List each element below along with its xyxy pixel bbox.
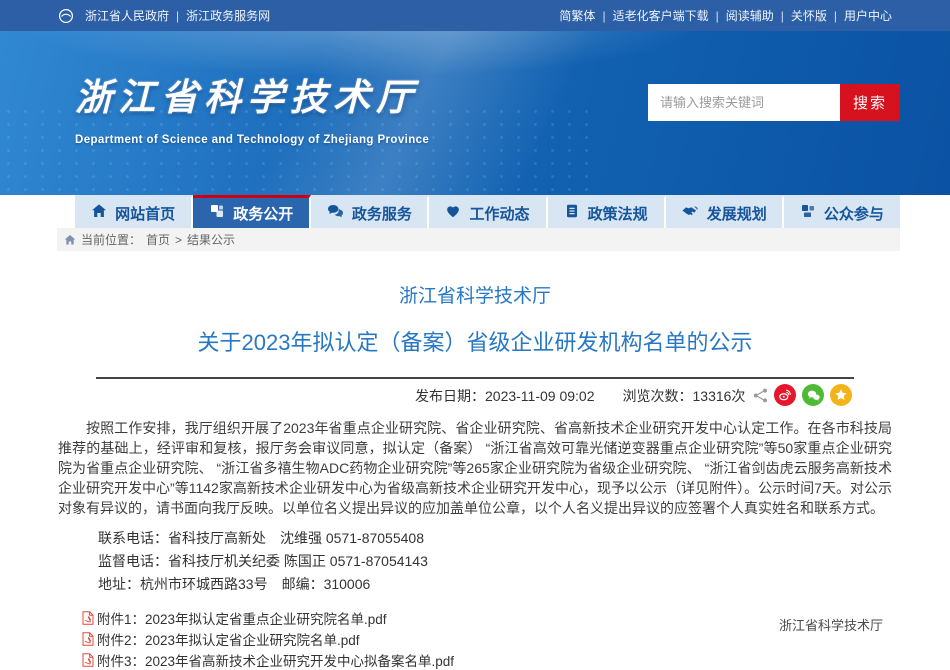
heart-icon: [445, 203, 461, 223]
contact-line: 地址：杭州市环城西路33号 邮编：310006: [98, 573, 892, 596]
attachment-row: 附件3：2023年省高新技术企业研究开发中心拟备案名单.pdf: [82, 649, 892, 670]
attachment-link-3[interactable]: 附件3：2023年省高新技术企业研究开发中心拟备案名单.pdf: [97, 650, 454, 670]
link-zhejiang-gov[interactable]: 浙江省人民政府: [85, 7, 169, 24]
nav-item-label: 政策法规: [588, 203, 648, 224]
participation-icon: [800, 203, 816, 223]
publish-date-value: 2023-11-09 09:02: [485, 388, 595, 404]
home-icon: [91, 203, 107, 223]
divider: |: [716, 9, 719, 23]
site-logo: 浙江省科学技术厅 Department of Science and Techn…: [75, 67, 429, 146]
attachment-row: 附件1：2023年拟认定省重点企业研究院名单.pdf: [82, 607, 892, 628]
view-count-label: 浏览次数：: [623, 388, 693, 404]
breadcrumb-home-link[interactable]: 首页: [146, 231, 170, 248]
star-icon[interactable]: [830, 384, 852, 406]
link-care-version[interactable]: 关怀版: [791, 7, 827, 24]
wechat-icon[interactable]: [802, 384, 824, 406]
weibo-icon[interactable]: [774, 384, 796, 406]
link-zhejiang-service[interactable]: 浙江政务服务网: [186, 7, 270, 24]
link-simplified-traditional[interactable]: 简繁体: [559, 7, 595, 24]
topbar-right-links: 简繁体 | 适老化客户端下载 | 阅读辅助 | 关怀版 | 用户中心: [559, 7, 892, 24]
share-buttons: [753, 384, 852, 406]
breadcrumb-label: 当前位置：: [81, 231, 141, 248]
view-count-value: 13316次: [693, 388, 746, 404]
article-meta-row: 发布日期：2023-11-09 09:02 浏览次数：13316次: [58, 379, 892, 413]
nav-item-public-participation[interactable]: 公众参与: [784, 195, 900, 228]
nav-item-label: 公众参与: [824, 203, 884, 224]
nav-item-label: 发展规划: [707, 203, 767, 224]
site-title-english: Department of Science and Technology of …: [75, 134, 429, 146]
topbar-left-links: 浙江省人民政府 | 浙江政务服务网: [58, 7, 270, 24]
link-elderly-client-download[interactable]: 适老化客户端下载: [613, 7, 709, 24]
attachment-row: 附件2：2023年拟认定省企业研究院名单.pdf: [82, 628, 892, 649]
contact-line: 联系电话：省科技厅高新处 沈维强 0571-87055408: [98, 527, 892, 550]
breadcrumb: 当前位置： 首页 > 结果公示: [57, 228, 900, 251]
nav-item-development-planning[interactable]: 发展规划: [666, 195, 784, 228]
divider: |: [602, 9, 605, 23]
divider: |: [834, 9, 837, 23]
divider: |: [781, 9, 784, 23]
contact-line: 监督电话：省科技厅机关纪委 陈国正 0571-87054143: [98, 550, 892, 573]
link-reading-assist[interactable]: 阅读辅助: [726, 7, 774, 24]
pdf-icon: [82, 653, 94, 667]
open-gov-icon: [209, 203, 225, 223]
search-box: 搜索: [648, 84, 900, 121]
nav-item-government-services[interactable]: 政务服务: [311, 195, 429, 228]
nav-item-label: 网站首页: [115, 203, 175, 224]
article-paragraph: 按照工作安排，我厅组织开展了2023年省重点企业研究院、省企业研究院、省高新技术…: [58, 418, 892, 518]
nav-item-label: 工作动态: [469, 203, 529, 224]
divider: |: [176, 9, 179, 23]
footer-org-name: 浙江省科学技术厅: [779, 615, 883, 634]
attachment-list: 附件1：2023年拟认定省重点企业研究院名单.pdf 附件2：2023年拟认定省…: [82, 607, 892, 670]
link-user-center[interactable]: 用户中心: [844, 7, 892, 24]
top-utility-bar: 浙江省人民政府 | 浙江政务服务网 简繁体 | 适老化客户端下载 | 阅读辅助 …: [0, 0, 950, 31]
nav-item-label: 政务服务: [352, 203, 412, 224]
document-icon: [564, 203, 580, 223]
attachment-link-1[interactable]: 附件1：2023年拟认定省重点企业研究院名单.pdf: [97, 608, 387, 628]
breadcrumb-separator: >: [175, 233, 182, 247]
chat-icon: [327, 203, 344, 223]
nav-item-policies-regulations[interactable]: 政策法规: [548, 195, 666, 228]
gov-emblem-icon: [58, 8, 74, 24]
article-title-line1: 浙江省科学技术厅: [58, 281, 892, 308]
article-title-line2: 关于2023年拟认定（备案）省级企业研发机构名单的公示: [58, 325, 892, 357]
home-small-icon: [64, 234, 76, 246]
contact-info: 联系电话：省科技厅高新处 沈维强 0571-87055408 监督电话：省科技厅…: [98, 527, 892, 596]
breadcrumb-current: 结果公示: [187, 231, 235, 248]
share-icon[interactable]: [753, 388, 768, 403]
search-button[interactable]: 搜索: [840, 84, 900, 121]
nav-item-label: 政务公开: [233, 203, 293, 224]
main-navigation: 网站首页 政务公开 政务服务 工作动态 政策法规 发展规划 公众参与: [75, 195, 900, 228]
nav-item-open-government[interactable]: 政务公开: [193, 195, 311, 228]
site-title: 浙江省科学技术厅: [75, 67, 429, 121]
site-banner: 浙江省科学技术厅 Department of Science and Techn…: [0, 31, 950, 195]
publish-date-label: 发布日期：: [415, 388, 485, 404]
article-content: 浙江省科学技术厅 关于2023年拟认定（备案）省级企业研发机构名单的公示 发布日…: [0, 281, 950, 670]
nav-item-work-updates[interactable]: 工作动态: [429, 195, 547, 228]
attachment-link-2[interactable]: 附件2：2023年拟认定省企业研究院名单.pdf: [97, 629, 360, 649]
search-input[interactable]: [648, 84, 840, 121]
pdf-icon: [82, 632, 94, 646]
handshake-icon: [681, 203, 699, 223]
pdf-icon: [82, 611, 94, 625]
view-count: 浏览次数：13316次: [623, 386, 746, 406]
publish-date: 发布日期：2023-11-09 09:02: [415, 386, 595, 406]
nav-item-home[interactable]: 网站首页: [75, 195, 193, 228]
